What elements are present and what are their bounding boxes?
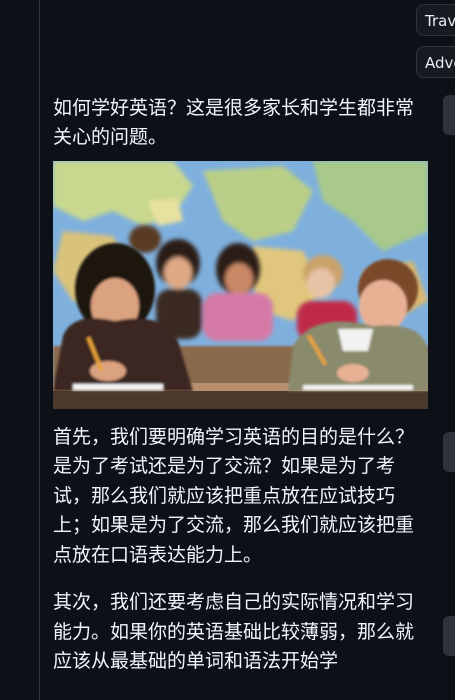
tag-chip-adventure[interactable]: Adve [416, 46, 455, 78]
classroom-photo [53, 160, 428, 409]
article-paragraph: 其次，我们还要考虑自己的实际情况和学习能力。如果你的英语基础比较薄弱，那么就应该… [53, 591, 415, 672]
side-action-tab[interactable] [443, 432, 455, 472]
left-rail [0, 0, 40, 700]
side-action-tab[interactable] [443, 616, 455, 656]
article-paragraph: 首先，我们要明确学习英语的目的是什么？是为了考试还是为了交流？如果是为了考试，那… [53, 425, 415, 566]
article-body: 如何学好英语？这是很多家长和学生都非常关心的问题。 首先，我们要明确学习英语的目… [53, 94, 428, 676]
side-action-tab[interactable] [443, 95, 455, 135]
tag-chip-travel[interactable]: Trav [416, 4, 455, 36]
classroom-illustration [53, 160, 428, 409]
article-intro: 如何学好英语？这是很多家长和学生都非常关心的问题。 [53, 97, 415, 149]
